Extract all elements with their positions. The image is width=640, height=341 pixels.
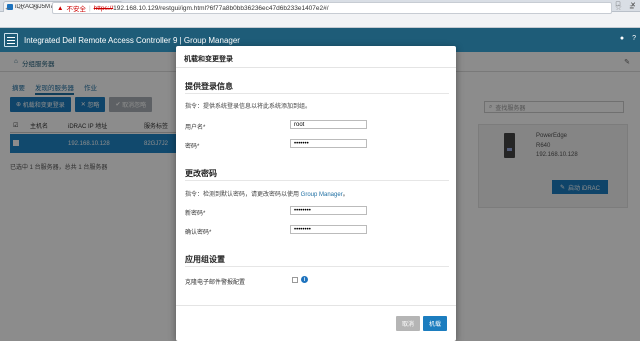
change-hint-text: 指令：检测到默认密码，请更改密码以使用 [185, 192, 301, 198]
url-path: 192.168.10.129/restgui/igm.html?6f77a8b0… [113, 4, 329, 12]
section-divider [185, 266, 449, 267]
login-section-title: 提供登录信息 [185, 82, 233, 91]
email-alert-checkbox[interactable] [292, 277, 298, 283]
browser-toolbar [0, 12, 640, 28]
password-field[interactable] [290, 139, 367, 148]
url-text: https://192.168.10.129/restgui/igm.html?… [94, 5, 329, 12]
onboard-dialog: 机载和变更登录 提供登录信息 指令：提供系统登录信息以将此系统添加到组。 用户名… [176, 46, 456, 341]
info-icon[interactable]: i [301, 276, 308, 283]
user-icon[interactable]: ● [620, 35, 624, 42]
cancel-button[interactable]: 取消 [396, 316, 420, 331]
url-scheme: https:// [93, 4, 114, 12]
dialog-title: 机载和变更登录 [176, 46, 456, 68]
back-icon[interactable]: ← [4, 3, 12, 12]
change-password-section-title: 更改密码 [185, 169, 217, 178]
warning-icon: ▲ [57, 4, 64, 12]
change-hint-end: 。 [342, 192, 349, 198]
browser-menu-icon[interactable]: ≡ [629, 3, 634, 12]
username-field[interactable] [290, 120, 367, 129]
app-title: Integrated Dell Remote Access Controller… [24, 35, 240, 45]
group-manager-link[interactable]: Group Manager [301, 192, 343, 198]
group-settings-section-title: 应用组设置 [185, 255, 225, 264]
bookmark-star-icon[interactable]: ☆ [615, 3, 622, 12]
section-divider [185, 93, 449, 94]
confirm-password-field[interactable] [290, 225, 367, 234]
change-password-hint: 指令：检测到默认密码，请更改密码以使用 Group Manager。 [185, 189, 349, 198]
header-icons: ● ? [620, 35, 636, 42]
forward-icon[interactable]: → [17, 3, 25, 12]
username-label: 用户名* [185, 125, 206, 131]
insecure-label: 不安全 [66, 6, 86, 13]
new-password-field[interactable] [290, 206, 367, 215]
login-hint: 指令：提供系统登录信息以将此系统添加到组。 [185, 104, 312, 110]
reload-icon[interactable]: ↻ [32, 3, 39, 12]
section-divider [185, 180, 449, 181]
help-icon[interactable]: ? [632, 35, 636, 42]
email-alert-label: 克隆电子邮件警报配置 [185, 280, 246, 286]
idrac-logo-icon [4, 33, 18, 47]
password-label: 密码* [185, 144, 200, 150]
confirm-password-label: 确认密码* [185, 230, 212, 236]
onboard-submit-button[interactable]: 机载 [423, 316, 447, 331]
new-password-label: 新密码* [185, 211, 206, 217]
dialog-footer-divider [176, 305, 456, 306]
address-bar[interactable]: ▲ 不安全 | https://192.168.10.129/restgui/i… [52, 2, 612, 14]
url-divider: | [88, 4, 91, 12]
